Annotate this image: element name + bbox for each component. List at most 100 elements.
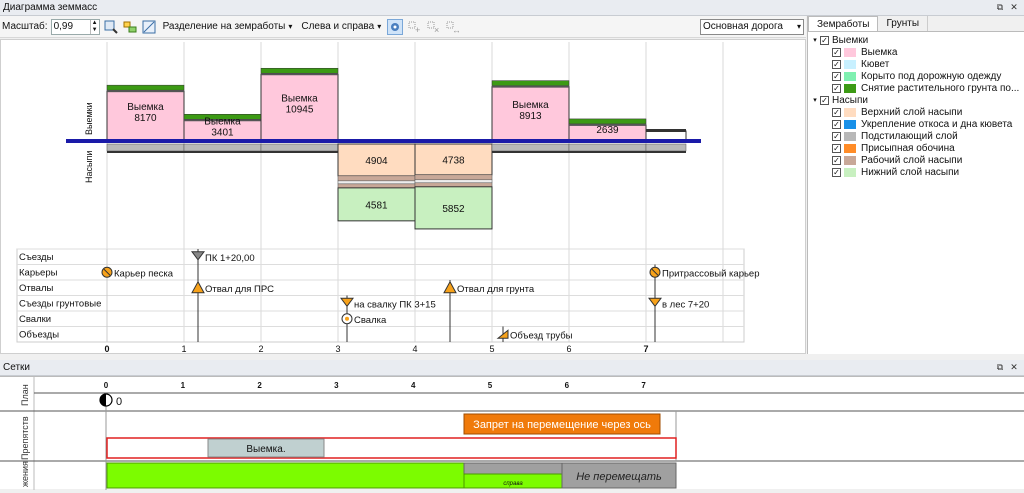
legend-item[interactable]: ✓ Кювет xyxy=(810,58,1024,70)
close-grids-button[interactable]: ✕ xyxy=(1007,362,1021,373)
legend-item[interactable]: ✓ Снятие растительного грунта по... xyxy=(810,82,1024,94)
collapse-icon[interactable]: ▾ xyxy=(810,96,820,104)
fill-axis-label: Насыпи xyxy=(84,151,94,183)
funnel-icon-shape xyxy=(648,297,662,308)
funnel-icon[interactable] xyxy=(340,297,354,308)
x-tick-label: 6 xyxy=(566,344,571,353)
add-node-icon[interactable]: + xyxy=(406,19,422,35)
side-combo[interactable]: Слева и справа ▾ xyxy=(298,19,384,35)
bar-cut-label: Выемка xyxy=(281,94,318,105)
legend-item[interactable]: ✓ Выемка xyxy=(810,46,1024,58)
obstacle-zone[interactable] xyxy=(106,437,677,459)
checkbox[interactable]: ✓ xyxy=(832,71,841,81)
grid-tick-label: 7 xyxy=(641,381,646,390)
checkbox[interactable]: ✓ xyxy=(832,167,841,177)
move-node-icon[interactable]: ↔ xyxy=(444,19,460,35)
legend-group[interactable]: ▾ ✓ Насыпи xyxy=(810,94,1024,106)
bar-vegetation-strip xyxy=(568,118,647,125)
checkbox[interactable]: ✓ xyxy=(832,47,841,57)
grid-tick-label: 2 xyxy=(257,381,262,390)
remove-node-icon[interactable]: × xyxy=(425,19,441,35)
x-tick-label: 3 xyxy=(335,344,340,353)
legend-swatch xyxy=(844,167,856,177)
float-window-button[interactable]: ⧉ xyxy=(993,2,1007,13)
chevron-down-icon: ▾ xyxy=(796,22,801,31)
svg-text:+: + xyxy=(415,25,420,34)
x-tick-label: 0 xyxy=(104,344,109,353)
scale-value[interactable]: 0,99 xyxy=(52,21,90,32)
svg-text:↔: ↔ xyxy=(452,25,459,34)
tab-earthworks[interactable]: Земработы xyxy=(808,16,879,31)
checkbox[interactable]: ✓ xyxy=(820,35,829,45)
bar-fill-bottom-label: 4581 xyxy=(365,200,388,211)
subbase-strip xyxy=(106,143,185,152)
checkbox[interactable]: ✓ xyxy=(832,59,841,69)
division-combo[interactable]: Разделение на земработы ▾ xyxy=(160,19,296,35)
grid-tick-label: 5 xyxy=(488,381,493,390)
x-tick-label: 7 xyxy=(643,344,648,353)
zoom-fit-icon[interactable] xyxy=(103,19,119,35)
float-grids-button[interactable]: ⧉ xyxy=(993,362,1007,373)
grid-tick-label: 1 xyxy=(181,381,186,390)
checkbox[interactable]: ✓ xyxy=(832,107,841,117)
bar-work-layer xyxy=(414,182,493,188)
move-small-label: справа xyxy=(503,481,523,487)
dump-icon[interactable] xyxy=(341,313,353,325)
funnel-icon[interactable] xyxy=(191,251,205,261)
warning-icon[interactable] xyxy=(443,280,457,294)
checkbox[interactable]: ✓ xyxy=(820,95,829,105)
bar-cut-divider xyxy=(646,129,686,132)
bar-work-layer xyxy=(414,179,493,184)
x-tick-label: 4 xyxy=(412,344,417,353)
legend-group-label: Выемки xyxy=(832,34,869,46)
track-row-label: Съезды грунтовые xyxy=(19,299,101,310)
road-combo[interactable]: Основная дорога ▾ xyxy=(700,18,804,35)
quarry-icon[interactable] xyxy=(101,266,113,278)
track-row-label: Съезды xyxy=(19,252,54,263)
grids-area[interactable]: 0 1 2 3 4 5 6 7 0 Запрет на перемещение через ось… xyxy=(0,376,1024,490)
base-line-strip xyxy=(492,151,569,153)
chart-canvas[interactable]: ВыемкиНасыпиВыемка8170 Выемка3401Выемка10… xyxy=(1,40,805,353)
grids-titlebar: Сетки ⧉ ✕ xyxy=(0,360,1024,376)
legend-item[interactable]: ✓ Нижний слой насыпи xyxy=(810,166,1024,178)
legend-item[interactable]: ✓ Укрепление откоса и дна кювета xyxy=(810,118,1024,130)
legend-item[interactable]: ✓ Верхний слой насыпи xyxy=(810,106,1024,118)
bar-cut-label: 10945 xyxy=(286,105,314,116)
collapse-icon[interactable]: ▾ xyxy=(810,36,820,44)
funnel-icon[interactable] xyxy=(648,297,662,308)
grid-row-label-obstacles: Препятств xyxy=(20,416,30,460)
legend-group[interactable]: ▾ ✓ Выемки xyxy=(810,34,1024,46)
x-tick-label: 2 xyxy=(258,344,263,353)
move-gray-block[interactable] xyxy=(463,462,563,475)
legend-item[interactable]: ✓ Присыпная обочина xyxy=(810,142,1024,154)
legend-item-label: Верхний слой насыпи xyxy=(861,106,963,118)
checkbox[interactable]: ✓ xyxy=(832,131,841,141)
legend-item-label: Корыто под дорожную одежду xyxy=(861,70,1002,82)
scale-spinbox[interactable]: 0,99 ▲ ▼ xyxy=(50,18,100,35)
grids-canvas[interactable]: 0 1 2 3 4 5 6 7 0 Запрет на перемещение через ось… xyxy=(0,377,1024,490)
plan-marker-icon[interactable] xyxy=(99,393,113,407)
subbase-strip xyxy=(568,143,647,152)
legend-item[interactable]: ✓ Корыто под дорожную одежду xyxy=(810,70,1024,82)
checkbox[interactable]: ✓ xyxy=(832,83,841,93)
legend-item[interactable]: ✓ Рабочий слой насыпи xyxy=(810,154,1024,166)
tab-soils[interactable]: Грунты xyxy=(878,16,929,31)
checkbox[interactable]: ✓ xyxy=(832,119,841,129)
quarry-icon[interactable] xyxy=(649,266,661,278)
spin-arrows-icon[interactable]: ▲ ▼ xyxy=(89,19,99,34)
checkbox[interactable]: ✓ xyxy=(832,155,841,165)
bar-cut-label: Выемка xyxy=(204,117,241,128)
legend-item-label: Снятие растительного грунта по... xyxy=(861,82,1020,94)
division-icon[interactable] xyxy=(141,19,157,35)
warning-icon[interactable] xyxy=(191,280,205,294)
move-green-block[interactable] xyxy=(106,462,465,489)
visibility-toggle-icon[interactable] xyxy=(387,18,404,35)
close-window-button[interactable]: ✕ xyxy=(1007,2,1021,13)
earth-mass-chart[interactable]: Выемки Насыпи Выемка 8170 Выемка 3401 Выемка 10… xyxy=(0,39,806,354)
checkbox[interactable]: ✓ xyxy=(832,143,841,153)
track-mark-label: Отвал для грунта xyxy=(457,284,535,295)
layers-icon[interactable] xyxy=(122,19,138,35)
legend-tabs: Земработы Грунты xyxy=(808,16,1024,32)
legend-item[interactable]: ✓ Подстилающий слой xyxy=(810,130,1024,142)
x-tick-label: 1 xyxy=(181,344,186,353)
